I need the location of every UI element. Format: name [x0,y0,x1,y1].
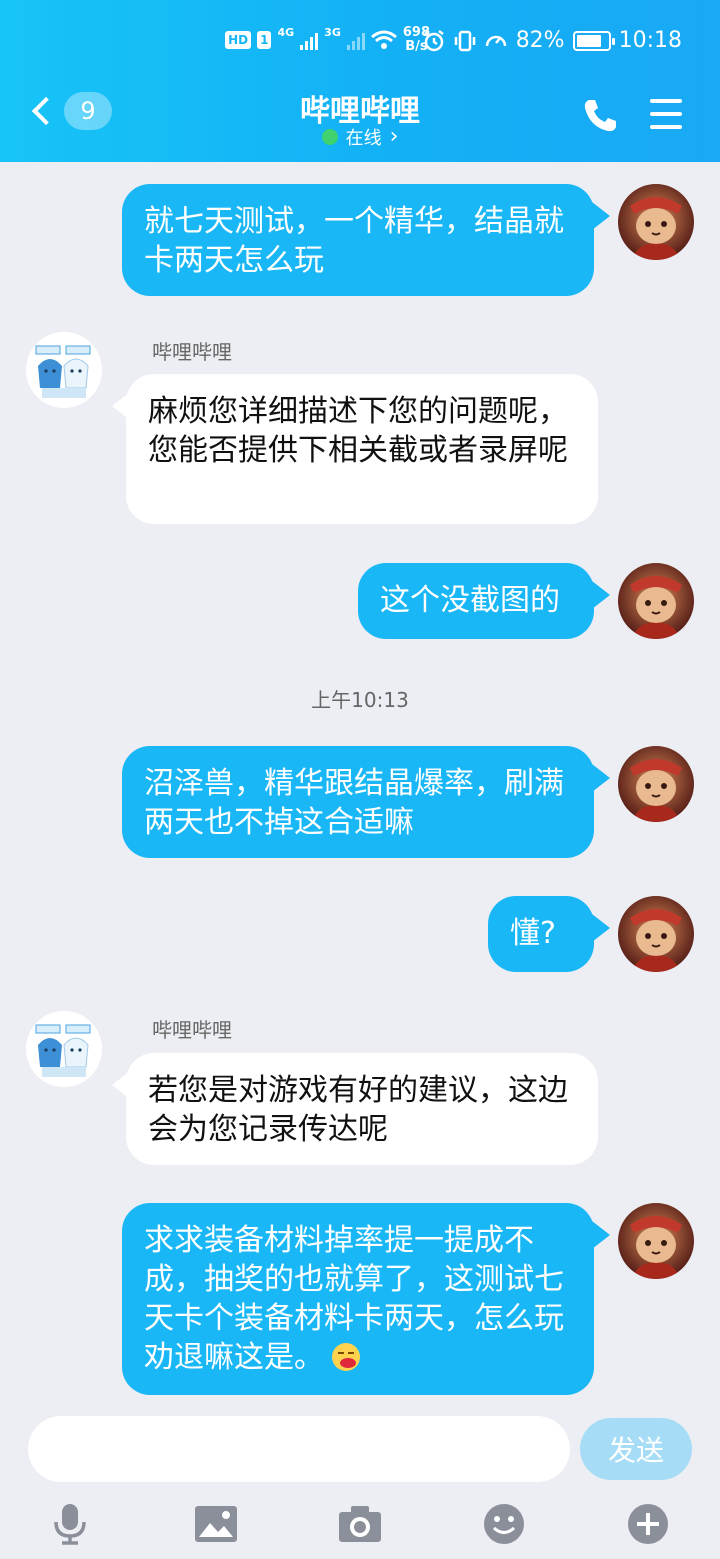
sim-badge: 1 [257,31,272,49]
hd-badge: HD [225,31,252,49]
bubble-tail [592,1221,610,1249]
message-text: 沼泽兽，精华跟结晶爆率，刷满两天也不掉这合适嘛 [144,766,564,840]
clock: 10:18 [618,28,682,53]
outgoing-message[interactable]: 求求装备材料掉率提一提成不成，抽奖的也就算了，这测试七天卡个装备材料卡两天，怎么… [122,1203,594,1395]
message-timestamp: 上午10:13 [311,688,409,712]
emoji-vomit-icon [324,1340,362,1375]
camera-icon[interactable] [336,1500,384,1548]
user-avatar[interactable] [618,563,694,639]
image-icon[interactable] [192,1500,240,1548]
network-4g-label: 4G [277,26,295,39]
bubble-tail [112,1071,130,1099]
service-avatar[interactable] [26,332,102,408]
message-text: 麻烦您详细描述下您的问题呢，您能否提供下相关截或者录屏呢 [148,394,568,468]
vibrate-icon [454,30,475,51]
status-bar: HD 1 4G 3G 698 B/s 82% 10:18 [0,22,720,62]
incoming-message[interactable]: 麻烦您详细描述下您的问题呢，您能否提供下相关截或者录屏呢 [126,374,598,524]
message-text: 懂? [510,916,556,951]
outgoing-message[interactable]: 懂? [488,896,594,972]
message-list[interactable]: 就七天测试，一个精华，结晶就卡两天怎么玩 哔哩哔哩麻烦您详细描述下您的问题呢，您… [0,162,720,1412]
plus-icon[interactable] [624,1500,672,1548]
alarm-icon [423,29,444,51]
bubble-tail [592,202,610,230]
status-right: 82% 10:18 [422,28,682,53]
user-avatar[interactable] [618,896,694,972]
chat-header: HD 1 4G 3G 698 B/s 82% 10:18 9 哔哩哔哩 在线 › [0,0,720,162]
online-status-label: 在线 [345,128,382,149]
signal-icon [300,30,319,50]
incoming-message[interactable]: 若您是对游戏有好的建议，这边会为您记录传达呢 [126,1053,598,1165]
message-text: 就七天测试，一个精华，结晶就卡两天怎么玩 [144,204,564,278]
user-avatar[interactable] [618,746,694,822]
input-bar: 发送 [0,1412,720,1492]
message-text: 若您是对游戏有好的建议，这边会为您记录传达呢 [148,1073,568,1147]
wifi-icon [370,30,397,49]
bubble-tail [592,764,610,792]
online-dot-icon [321,129,338,145]
service-avatar[interactable] [26,1011,102,1087]
outgoing-message[interactable]: 沼泽兽，精华跟结晶爆率，刷满两天也不掉这合适嘛 [122,746,594,858]
sender-name: 哔哩哔哩 [152,340,232,364]
chevron-right-icon: › [389,124,399,149]
battery-icon [572,30,615,51]
message-input[interactable] [28,1416,570,1482]
battery-percent: 82% [515,28,565,53]
battery-fill [576,34,602,47]
message-text: 这个没截图的 [380,583,560,618]
network-indicators: HD 1 4G 3G 698 B/s [225,26,430,54]
phone-icon[interactable] [580,96,620,136]
menu-icon[interactable] [650,99,682,129]
outgoing-message[interactable]: 就七天测试，一个精华，结晶就卡两天怎么玩 [122,184,594,296]
emoji-icon[interactable] [480,1500,528,1548]
user-avatar[interactable] [618,1203,694,1279]
send-button[interactable]: 发送 [580,1418,692,1480]
bubble-tail [592,581,610,609]
sender-name: 哔哩哔哩 [152,1018,232,1042]
outgoing-message[interactable]: 这个没截图的 [358,563,594,639]
bubble-tail [112,392,130,420]
network-3g-label: 3G [324,26,341,39]
user-avatar[interactable] [618,184,694,260]
input-toolbar [0,1492,720,1559]
speedometer-icon [485,35,506,46]
bubble-tail [592,914,610,942]
microphone-icon[interactable] [46,1500,94,1548]
signal-icon-2 [346,30,365,50]
